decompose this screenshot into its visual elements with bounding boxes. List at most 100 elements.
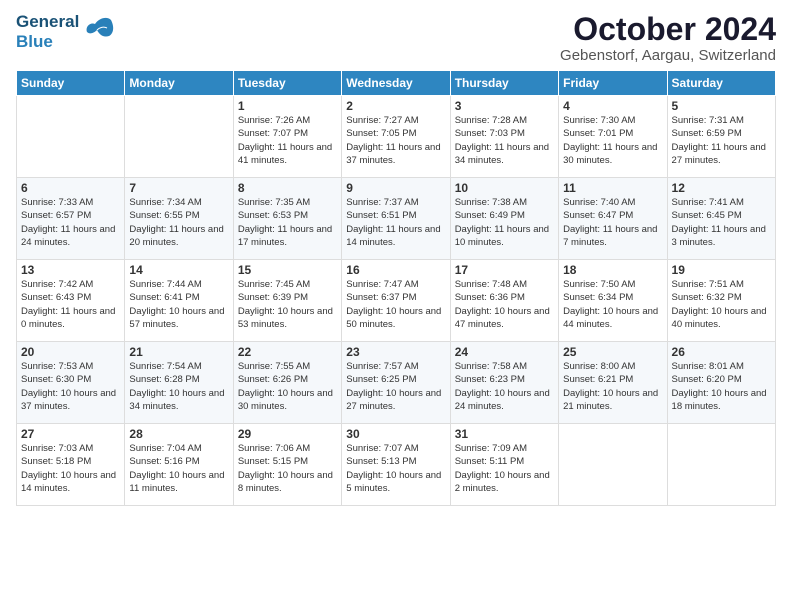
day-number: 30 <box>346 427 445 441</box>
day-number: 31 <box>455 427 554 441</box>
day-info: Sunrise: 7:03 AMSunset: 5:18 PMDaylight:… <box>21 442 120 495</box>
day-info: Sunrise: 7:55 AMSunset: 6:26 PMDaylight:… <box>238 360 337 413</box>
day-info: Sunrise: 8:00 AMSunset: 6:21 PMDaylight:… <box>563 360 662 413</box>
day-info: Sunrise: 7:26 AMSunset: 7:07 PMDaylight:… <box>238 114 337 167</box>
day-number: 19 <box>672 263 771 277</box>
logo-name: General Blue <box>16 12 79 52</box>
calendar-cell-w5d7 <box>667 424 775 506</box>
calendar-week-2: 6Sunrise: 7:33 AMSunset: 6:57 PMDaylight… <box>17 178 776 260</box>
day-info: Sunrise: 7:27 AMSunset: 7:05 PMDaylight:… <box>346 114 445 167</box>
day-number: 23 <box>346 345 445 359</box>
day-number: 27 <box>21 427 120 441</box>
calendar-cell-w3d6: 18Sunrise: 7:50 AMSunset: 6:34 PMDayligh… <box>559 260 667 342</box>
day-number: 5 <box>672 99 771 113</box>
calendar-cell-w2d1: 6Sunrise: 7:33 AMSunset: 6:57 PMDaylight… <box>17 178 125 260</box>
day-number: 15 <box>238 263 337 277</box>
header-monday: Monday <box>125 71 233 96</box>
day-info: Sunrise: 7:09 AMSunset: 5:11 PMDaylight:… <box>455 442 554 495</box>
day-number: 20 <box>21 345 120 359</box>
day-info: Sunrise: 7:51 AMSunset: 6:32 PMDaylight:… <box>672 278 771 331</box>
day-number: 26 <box>672 345 771 359</box>
calendar-cell-w2d6: 11Sunrise: 7:40 AMSunset: 6:47 PMDayligh… <box>559 178 667 260</box>
logo-blue-text: Blue <box>16 32 79 52</box>
calendar-cell-w3d7: 19Sunrise: 7:51 AMSunset: 6:32 PMDayligh… <box>667 260 775 342</box>
calendar-cell-w3d5: 17Sunrise: 7:48 AMSunset: 6:36 PMDayligh… <box>450 260 558 342</box>
calendar-cell-w3d4: 16Sunrise: 7:47 AMSunset: 6:37 PMDayligh… <box>342 260 450 342</box>
calendar-body: 1Sunrise: 7:26 AMSunset: 7:07 PMDaylight… <box>17 96 776 506</box>
day-info: Sunrise: 7:47 AMSunset: 6:37 PMDaylight:… <box>346 278 445 331</box>
day-number: 12 <box>672 181 771 195</box>
calendar-cell-w5d1: 27Sunrise: 7:03 AMSunset: 5:18 PMDayligh… <box>17 424 125 506</box>
calendar-cell-w1d3: 1Sunrise: 7:26 AMSunset: 7:07 PMDaylight… <box>233 96 341 178</box>
day-info: Sunrise: 7:07 AMSunset: 5:13 PMDaylight:… <box>346 442 445 495</box>
day-info: Sunrise: 7:38 AMSunset: 6:49 PMDaylight:… <box>455 196 554 249</box>
day-info: Sunrise: 7:30 AMSunset: 7:01 PMDaylight:… <box>563 114 662 167</box>
calendar-table: Sunday Monday Tuesday Wednesday Thursday… <box>16 70 776 506</box>
day-info: Sunrise: 7:35 AMSunset: 6:53 PMDaylight:… <box>238 196 337 249</box>
logo-blue: Blue <box>16 32 53 51</box>
calendar-cell-w2d5: 10Sunrise: 7:38 AMSunset: 6:49 PMDayligh… <box>450 178 558 260</box>
calendar-cell-w4d4: 23Sunrise: 7:57 AMSunset: 6:25 PMDayligh… <box>342 342 450 424</box>
day-info: Sunrise: 7:28 AMSunset: 7:03 PMDaylight:… <box>455 114 554 167</box>
logo-bird-icon <box>83 14 115 51</box>
day-number: 6 <box>21 181 120 195</box>
calendar-cell-w1d2 <box>125 96 233 178</box>
day-number: 28 <box>129 427 228 441</box>
calendar-header-row: Sunday Monday Tuesday Wednesday Thursday… <box>17 71 776 96</box>
day-number: 2 <box>346 99 445 113</box>
calendar-cell-w1d1 <box>17 96 125 178</box>
page-container: General Blue October 2024 Gebenstorf, Aa… <box>0 0 792 514</box>
day-number: 14 <box>129 263 228 277</box>
calendar-week-1: 1Sunrise: 7:26 AMSunset: 7:07 PMDaylight… <box>17 96 776 178</box>
calendar-cell-w4d5: 24Sunrise: 7:58 AMSunset: 6:23 PMDayligh… <box>450 342 558 424</box>
calendar-cell-w4d6: 25Sunrise: 8:00 AMSunset: 6:21 PMDayligh… <box>559 342 667 424</box>
calendar-cell-w3d3: 15Sunrise: 7:45 AMSunset: 6:39 PMDayligh… <box>233 260 341 342</box>
calendar-cell-w5d4: 30Sunrise: 7:07 AMSunset: 5:13 PMDayligh… <box>342 424 450 506</box>
day-number: 1 <box>238 99 337 113</box>
day-number: 22 <box>238 345 337 359</box>
calendar-cell-w5d3: 29Sunrise: 7:06 AMSunset: 5:15 PMDayligh… <box>233 424 341 506</box>
day-number: 9 <box>346 181 445 195</box>
header: General Blue October 2024 Gebenstorf, Aa… <box>16 12 776 64</box>
calendar-cell-w5d5: 31Sunrise: 7:09 AMSunset: 5:11 PMDayligh… <box>450 424 558 506</box>
header-tuesday: Tuesday <box>233 71 341 96</box>
day-number: 18 <box>563 263 662 277</box>
calendar-cell-w2d3: 8Sunrise: 7:35 AMSunset: 6:53 PMDaylight… <box>233 178 341 260</box>
header-wednesday: Wednesday <box>342 71 450 96</box>
day-number: 25 <box>563 345 662 359</box>
logo-general-text: General <box>16 12 79 32</box>
page-subtitle: Gebenstorf, Aargau, Switzerland <box>560 47 776 64</box>
day-number: 24 <box>455 345 554 359</box>
day-number: 11 <box>563 181 662 195</box>
calendar-cell-w4d1: 20Sunrise: 7:53 AMSunset: 6:30 PMDayligh… <box>17 342 125 424</box>
calendar-cell-w3d2: 14Sunrise: 7:44 AMSunset: 6:41 PMDayligh… <box>125 260 233 342</box>
day-number: 4 <box>563 99 662 113</box>
day-info: Sunrise: 7:41 AMSunset: 6:45 PMDaylight:… <box>672 196 771 249</box>
calendar-cell-w2d2: 7Sunrise: 7:34 AMSunset: 6:55 PMDaylight… <box>125 178 233 260</box>
day-info: Sunrise: 7:40 AMSunset: 6:47 PMDaylight:… <box>563 196 662 249</box>
day-info: Sunrise: 7:58 AMSunset: 6:23 PMDaylight:… <box>455 360 554 413</box>
day-number: 7 <box>129 181 228 195</box>
calendar-cell-w3d1: 13Sunrise: 7:42 AMSunset: 6:43 PMDayligh… <box>17 260 125 342</box>
calendar-week-4: 20Sunrise: 7:53 AMSunset: 6:30 PMDayligh… <box>17 342 776 424</box>
day-info: Sunrise: 8:01 AMSunset: 6:20 PMDaylight:… <box>672 360 771 413</box>
calendar-cell-w1d5: 3Sunrise: 7:28 AMSunset: 7:03 PMDaylight… <box>450 96 558 178</box>
calendar-cell-w1d7: 5Sunrise: 7:31 AMSunset: 6:59 PMDaylight… <box>667 96 775 178</box>
day-number: 29 <box>238 427 337 441</box>
day-info: Sunrise: 7:57 AMSunset: 6:25 PMDaylight:… <box>346 360 445 413</box>
calendar-cell-w2d7: 12Sunrise: 7:41 AMSunset: 6:45 PMDayligh… <box>667 178 775 260</box>
calendar-cell-w5d2: 28Sunrise: 7:04 AMSunset: 5:16 PMDayligh… <box>125 424 233 506</box>
day-number: 21 <box>129 345 228 359</box>
header-friday: Friday <box>559 71 667 96</box>
calendar-week-3: 13Sunrise: 7:42 AMSunset: 6:43 PMDayligh… <box>17 260 776 342</box>
day-info: Sunrise: 7:50 AMSunset: 6:34 PMDaylight:… <box>563 278 662 331</box>
day-info: Sunrise: 7:54 AMSunset: 6:28 PMDaylight:… <box>129 360 228 413</box>
day-info: Sunrise: 7:06 AMSunset: 5:15 PMDaylight:… <box>238 442 337 495</box>
day-number: 10 <box>455 181 554 195</box>
day-info: Sunrise: 7:33 AMSunset: 6:57 PMDaylight:… <box>21 196 120 249</box>
header-saturday: Saturday <box>667 71 775 96</box>
day-info: Sunrise: 7:34 AMSunset: 6:55 PMDaylight:… <box>129 196 228 249</box>
calendar-cell-w4d7: 26Sunrise: 8:01 AMSunset: 6:20 PMDayligh… <box>667 342 775 424</box>
day-info: Sunrise: 7:45 AMSunset: 6:39 PMDaylight:… <box>238 278 337 331</box>
day-info: Sunrise: 7:53 AMSunset: 6:30 PMDaylight:… <box>21 360 120 413</box>
